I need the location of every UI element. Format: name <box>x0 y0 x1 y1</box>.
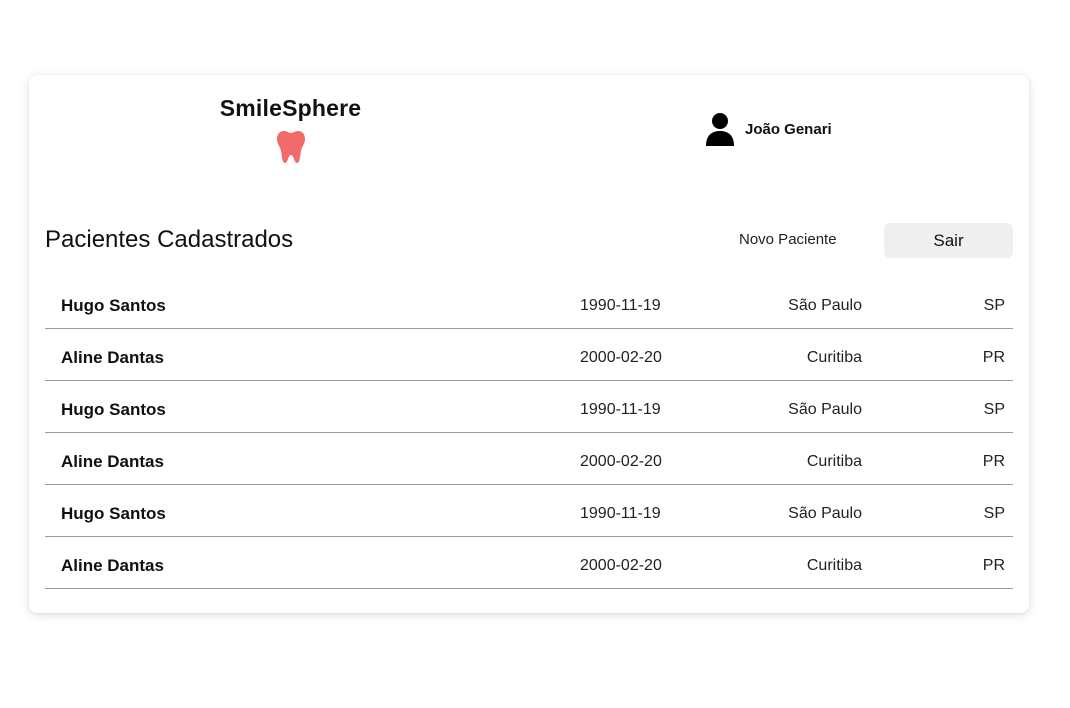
main-card: SmileSphere João Genari Pacientes Cadast… <box>29 75 1029 613</box>
patient-state: PR <box>982 557 1005 574</box>
user-icon <box>706 113 734 146</box>
new-patient-link[interactable]: Novo Paciente <box>739 231 837 248</box>
patient-state: SP <box>983 297 1005 314</box>
patient-city: São Paulo <box>788 401 862 418</box>
patient-birth-date: 1990-11-19 <box>580 297 661 314</box>
patient-name: Hugo Santos <box>61 296 166 315</box>
patient-birth-date: 1990-11-19 <box>580 505 661 522</box>
logout-button[interactable]: Sair <box>884 223 1013 258</box>
patient-city: Curitiba <box>806 453 862 470</box>
patient-state: SP <box>983 505 1005 522</box>
patient-row[interactable]: Aline Dantas 2000-02-20 Curitiba PR <box>45 537 1013 589</box>
user-profile[interactable]: João Genari <box>705 113 832 146</box>
patient-row[interactable]: Hugo Santos 1990-11-19 São Paulo SP <box>45 277 1013 329</box>
brand: SmileSphere <box>209 95 372 164</box>
brand-name: SmileSphere <box>219 95 362 121</box>
page-title: Pacientes Cadastrados <box>45 226 294 253</box>
patient-city: Curitiba <box>806 349 862 366</box>
patient-state: SP <box>983 401 1005 418</box>
patient-birth-date: 1990-11-19 <box>580 401 661 418</box>
patient-birth-date: 2000-02-20 <box>580 453 662 470</box>
patient-birth-date: 2000-02-20 <box>580 349 662 366</box>
patient-state: PR <box>982 453 1005 470</box>
patient-name: Aline Dantas <box>61 452 164 471</box>
patient-state: PR <box>982 349 1005 366</box>
tooth-icon <box>276 131 305 163</box>
patient-name: Hugo Santos <box>61 400 166 419</box>
patient-name: Aline Dantas <box>61 556 164 575</box>
patient-birth-date: 2000-02-20 <box>580 557 662 574</box>
patient-row[interactable]: Hugo Santos 1990-11-19 São Paulo SP <box>45 381 1013 433</box>
patient-list: Hugo Santos 1990-11-19 São Paulo SP Alin… <box>45 277 1013 589</box>
patient-row[interactable]: Aline Dantas 2000-02-20 Curitiba PR <box>45 329 1013 381</box>
patient-city: São Paulo <box>788 505 862 522</box>
patient-name: Aline Dantas <box>61 348 164 367</box>
patient-name: Hugo Santos <box>61 504 166 523</box>
patient-city: Curitiba <box>806 557 862 574</box>
patient-city: São Paulo <box>788 297 862 314</box>
user-name: João Genari <box>745 121 832 138</box>
patient-row[interactable]: Aline Dantas 2000-02-20 Curitiba PR <box>45 433 1013 485</box>
patient-row[interactable]: Hugo Santos 1990-11-19 São Paulo SP <box>45 485 1013 537</box>
